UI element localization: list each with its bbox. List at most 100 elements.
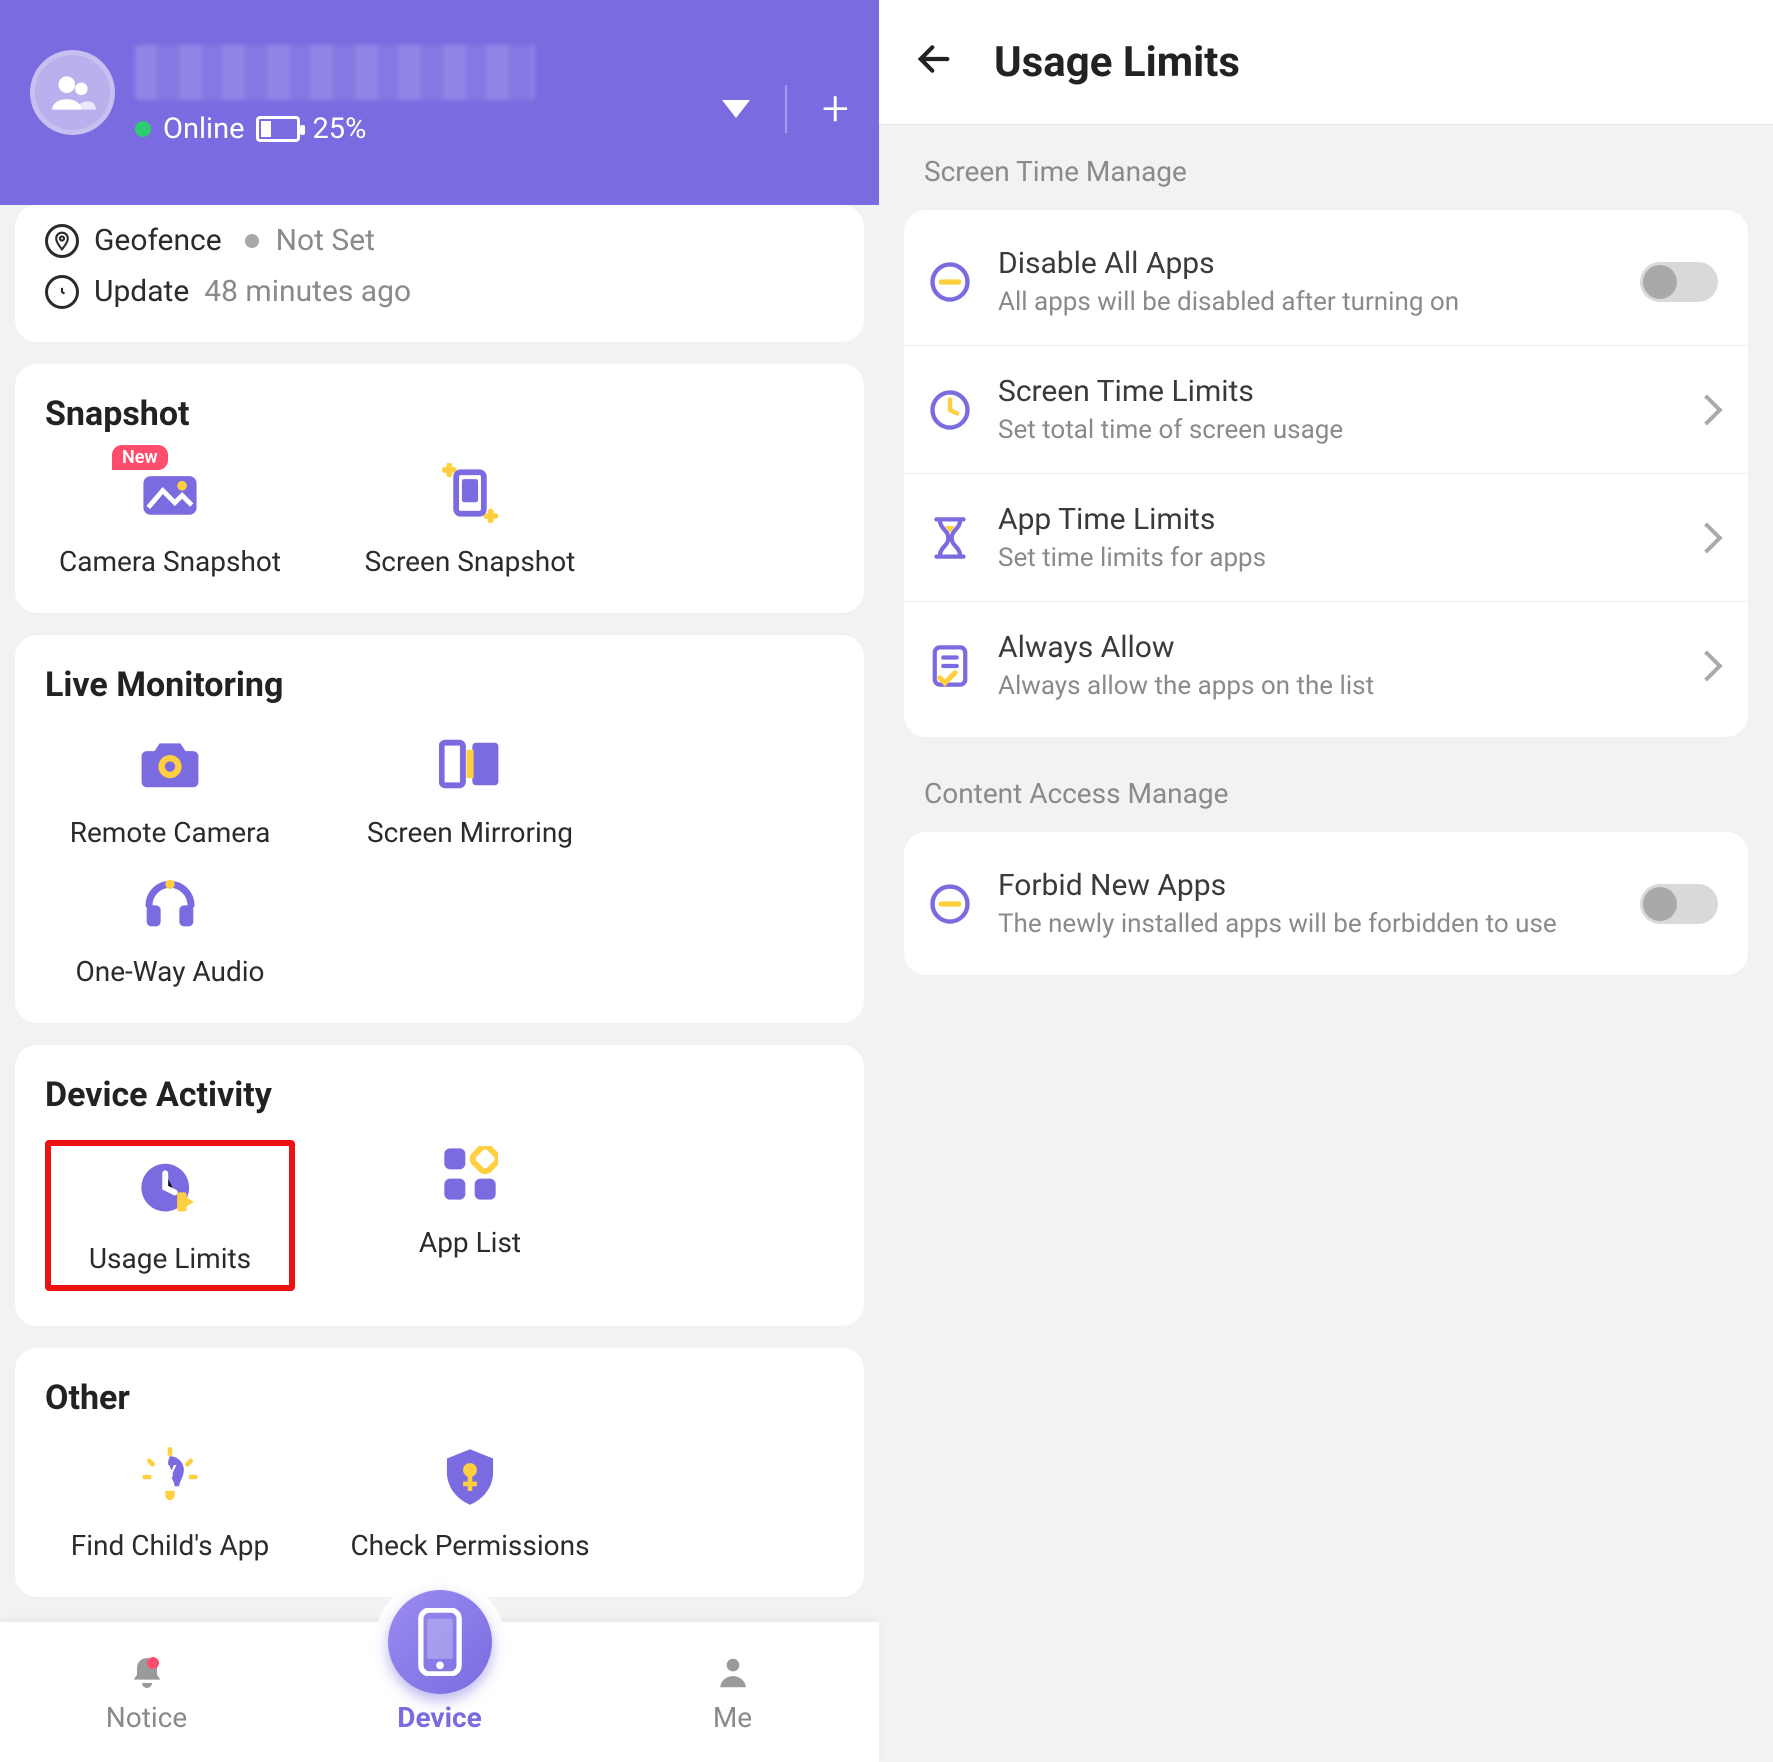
forbid-new-apps-toggle[interactable] bbox=[1640, 884, 1718, 924]
battery-icon bbox=[256, 116, 300, 142]
person-icon bbox=[711, 1651, 755, 1695]
notification-dot-icon bbox=[147, 1657, 159, 1669]
other-title: Other bbox=[45, 1378, 834, 1418]
find-child-app-item[interactable]: Y Find Child's App bbox=[45, 1443, 295, 1562]
content-access-card: Forbid New Apps The newly installed apps… bbox=[904, 832, 1748, 975]
device-info-card: Geofence Not Set Update 48 minutes ago bbox=[15, 205, 864, 342]
update-value: 48 minutes ago bbox=[204, 274, 411, 309]
camera-snapshot-label: Camera Snapshot bbox=[59, 545, 281, 578]
page-title: Usage Limits bbox=[994, 38, 1240, 87]
disable-all-apps-title: Disable All Apps bbox=[998, 246, 1616, 281]
live-monitoring-card: Live Monitoring Remote Camera Screen Mir… bbox=[15, 635, 864, 1023]
geofence-value: Not Set bbox=[276, 223, 375, 258]
disable-all-apps-toggle[interactable] bbox=[1640, 262, 1718, 302]
device-header: Online 25% + bbox=[0, 0, 879, 205]
dropdown-icon[interactable] bbox=[722, 100, 750, 118]
status-dot-icon bbox=[245, 234, 259, 248]
screen-mirroring-icon bbox=[436, 730, 504, 798]
screen-snapshot-item[interactable]: Screen Snapshot bbox=[345, 459, 595, 578]
child-name bbox=[135, 45, 535, 100]
disable-icon bbox=[926, 258, 974, 306]
device-fab[interactable] bbox=[375, 1577, 505, 1707]
update-row[interactable]: Update 48 minutes ago bbox=[45, 266, 834, 317]
always-allow-title: Always Allow bbox=[998, 630, 1672, 665]
back-button[interactable] bbox=[914, 39, 954, 86]
add-device-button[interactable]: + bbox=[822, 97, 849, 121]
live-monitoring-title: Live Monitoring bbox=[45, 665, 834, 705]
screen-time-card: Disable All Apps All apps will be disabl… bbox=[904, 210, 1748, 737]
avatar[interactable] bbox=[30, 50, 115, 135]
nav-me-label: Me bbox=[713, 1701, 752, 1734]
chevron-right-icon bbox=[1696, 655, 1718, 677]
nav-notice-label: Notice bbox=[106, 1701, 187, 1734]
one-way-audio-icon bbox=[136, 869, 204, 937]
divider bbox=[785, 85, 787, 133]
section-content-access: Content Access Manage bbox=[879, 777, 1773, 832]
disable-all-apps-sub: All apps will be disabled after turning … bbox=[998, 287, 1616, 317]
screen-time-limits-row[interactable]: Screen Time Limits Set total time of scr… bbox=[904, 346, 1748, 474]
usage-limits-label: Usage Limits bbox=[89, 1242, 251, 1275]
screen-mirroring-label: Screen Mirroring bbox=[367, 816, 573, 849]
screen-time-limits-title: Screen Time Limits bbox=[998, 374, 1672, 409]
svg-text:Y: Y bbox=[167, 1462, 177, 1481]
screen-snapshot-icon bbox=[436, 459, 504, 527]
usage-limits-icon bbox=[136, 1156, 204, 1224]
clock-icon bbox=[45, 275, 79, 309]
screen-snapshot-label: Screen Snapshot bbox=[365, 545, 576, 578]
update-label: Update bbox=[94, 274, 189, 309]
bottom-nav: Notice Device Me bbox=[0, 1622, 879, 1762]
remote-camera-icon bbox=[136, 730, 204, 798]
app-list-icon bbox=[436, 1140, 504, 1208]
usage-limits-item[interactable]: Usage Limits bbox=[45, 1140, 295, 1291]
online-dot-icon bbox=[135, 121, 151, 137]
geofence-icon bbox=[45, 224, 79, 258]
device-panel: Online 25% + Geofence Not Set bbox=[0, 0, 879, 1762]
screen-time-limits-sub: Set total time of screen usage bbox=[998, 415, 1672, 445]
forbid-new-apps-sub: The newly installed apps will be forbidd… bbox=[998, 909, 1616, 939]
geofence-label: Geofence bbox=[94, 223, 222, 258]
battery-label: 25% bbox=[312, 112, 366, 146]
section-screen-time: Screen Time Manage bbox=[879, 155, 1773, 210]
other-card: Other Y Find Child's App Check Permissio… bbox=[15, 1348, 864, 1597]
clock-limit-icon bbox=[926, 386, 974, 434]
screen-mirroring-item[interactable]: Screen Mirroring bbox=[345, 730, 595, 849]
new-badge: New bbox=[112, 445, 168, 470]
snapshot-card: Snapshot New Camera Snapshot Screen Snap… bbox=[15, 364, 864, 613]
one-way-audio-item[interactable]: One-Way Audio bbox=[45, 869, 295, 988]
device-activity-card: Device Activity Usage Limits App List bbox=[15, 1045, 864, 1326]
check-permissions-icon bbox=[436, 1443, 504, 1511]
app-list-label: App List bbox=[419, 1226, 521, 1259]
always-allow-sub: Always allow the apps on the list bbox=[998, 671, 1672, 701]
nav-notice[interactable]: Notice bbox=[0, 1622, 293, 1762]
find-child-app-label: Find Child's App bbox=[71, 1529, 269, 1562]
forbid-icon bbox=[926, 880, 974, 928]
nav-me[interactable]: Me bbox=[586, 1622, 879, 1762]
allow-list-icon bbox=[926, 642, 974, 690]
check-permissions-label: Check Permissions bbox=[350, 1529, 589, 1562]
online-label: Online bbox=[163, 112, 244, 146]
always-allow-row[interactable]: Always Allow Always allow the apps on th… bbox=[904, 602, 1748, 729]
find-child-app-icon: Y bbox=[136, 1443, 204, 1511]
app-time-limits-title: App Time Limits bbox=[998, 502, 1672, 537]
bell-icon bbox=[125, 1651, 169, 1695]
chevron-right-icon bbox=[1696, 527, 1718, 549]
usage-limits-header: Usage Limits bbox=[879, 0, 1773, 125]
snapshot-title: Snapshot bbox=[45, 394, 834, 434]
remote-camera-label: Remote Camera bbox=[70, 816, 271, 849]
app-list-item[interactable]: App List bbox=[345, 1140, 595, 1291]
hourglass-icon bbox=[926, 514, 974, 562]
app-time-limits-row[interactable]: App Time Limits Set time limits for apps bbox=[904, 474, 1748, 602]
camera-snapshot-item[interactable]: New Camera Snapshot bbox=[45, 459, 295, 578]
disable-all-apps-row[interactable]: Disable All Apps All apps will be disabl… bbox=[904, 218, 1748, 346]
check-permissions-item[interactable]: Check Permissions bbox=[345, 1443, 595, 1562]
app-time-limits-sub: Set time limits for apps bbox=[998, 543, 1672, 573]
geofence-row[interactable]: Geofence Not Set bbox=[45, 215, 834, 266]
phone-icon bbox=[388, 1590, 492, 1694]
device-activity-title: Device Activity bbox=[45, 1075, 834, 1115]
usage-limits-panel: Usage Limits Screen Time Manage Disable … bbox=[879, 0, 1773, 1762]
remote-camera-item[interactable]: Remote Camera bbox=[45, 730, 295, 849]
chevron-right-icon bbox=[1696, 399, 1718, 421]
forbid-new-apps-row[interactable]: Forbid New Apps The newly installed apps… bbox=[904, 840, 1748, 967]
one-way-audio-label: One-Way Audio bbox=[75, 955, 264, 988]
status-row: Online 25% bbox=[135, 112, 366, 146]
